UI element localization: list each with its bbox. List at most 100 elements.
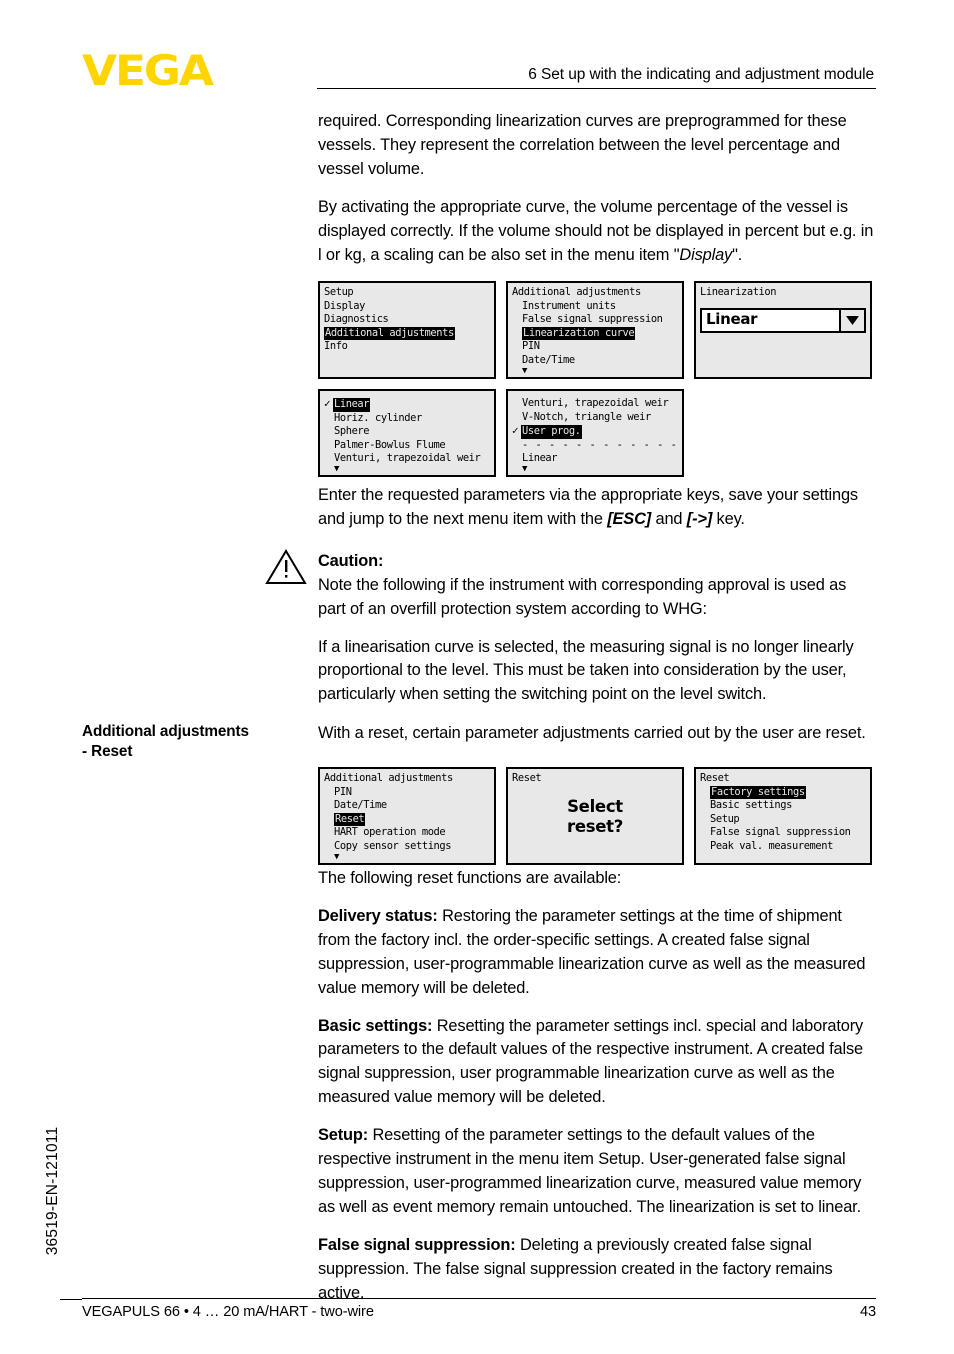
list-item[interactable]: Display xyxy=(324,300,490,314)
list-item-selected[interactable]: Factory settings xyxy=(700,785,866,800)
list-item-label: Setup xyxy=(324,286,354,298)
list-item-selected[interactable]: Linearization curve xyxy=(512,326,678,341)
list-item-label: HART operation mode xyxy=(334,826,446,839)
list-item-label: Basic settings xyxy=(710,799,792,812)
list-item[interactable]: False signal suppression xyxy=(700,826,866,840)
scroll-down-arrow-icon[interactable]: ▼ xyxy=(324,464,490,473)
linearization-curve-list-screen-2[interactable]: Venturi, trapezoidal weir V-Notch, trian… xyxy=(506,389,684,477)
caution-heading: Caution: xyxy=(318,551,384,570)
select-reset-line1: Select xyxy=(567,796,623,816)
list-item[interactable]: Date/Time xyxy=(324,799,490,813)
main-menu-screen[interactable]: Setup Display Diagnostics Additional adj… xyxy=(318,281,496,379)
list-item-label: Diagnostics xyxy=(324,313,389,326)
screen-title: Additional adjustments xyxy=(512,286,641,298)
reset-intro-block: With a reset, certain parameter adjustme… xyxy=(318,722,876,760)
page-number: 43 xyxy=(859,1304,876,1320)
caution-block: Caution: Note the following if the instru… xyxy=(318,550,876,622)
check-icon: ✓ xyxy=(512,424,519,438)
list-item[interactable]: Basic settings xyxy=(700,799,866,813)
list-item[interactable]: False signal suppression xyxy=(512,313,678,327)
margin-note-line2: - Reset xyxy=(82,743,133,760)
reset-options-screen[interactable]: Reset Factory settings Basic settings Se… xyxy=(694,767,872,865)
list-item[interactable]: Venturi, trapezoidal weir xyxy=(324,452,490,466)
additional-adjustments-screen[interactable]: Additional adjustments Instrument units … xyxy=(506,281,684,379)
list-item[interactable]: Peak val. measurement xyxy=(700,840,866,854)
screen-title: Linearization xyxy=(700,286,777,298)
list-item[interactable]: Horiz. cylinder xyxy=(324,412,490,426)
list-item-selected[interactable]: Additional adjustments xyxy=(324,326,490,341)
list-item[interactable]: Palmer-Bowlus Flume xyxy=(324,439,490,453)
screen-title: Reset xyxy=(512,772,542,784)
screen-title: Reset xyxy=(700,772,730,784)
list-item[interactable]: HART operation mode xyxy=(324,826,490,840)
paragraph-enter-parameters-part2: key. xyxy=(712,509,745,528)
chevron-down-icon[interactable] xyxy=(839,309,864,331)
list-item[interactable]: Sphere xyxy=(324,425,490,439)
select-reset-screen[interactable]: Reset Select reset? xyxy=(506,767,684,865)
intro-text-block: required. Corresponding linearization cu… xyxy=(318,110,876,281)
paragraph-false-signal-suppression: False signal suppression: Deleting a pre… xyxy=(318,1234,876,1306)
list-item[interactable]: PIN xyxy=(324,786,490,800)
setup-label: Setup: xyxy=(318,1126,369,1145)
linearization-select[interactable]: Linear xyxy=(700,307,866,333)
paragraph-delivery-status: Delivery status: Restoring the parameter… xyxy=(318,905,876,1001)
list-item[interactable]: Info xyxy=(324,340,490,354)
lcd-screens-row-3: Additional adjustments PIN Date/Time Res… xyxy=(318,767,878,865)
list-item[interactable]: V-Notch, triangle weir xyxy=(512,411,678,425)
list-item[interactable]: Copy sensor settings xyxy=(324,840,490,854)
list-item-label: Linear xyxy=(333,398,371,412)
list-item-label: Peak val. measurement xyxy=(710,839,833,852)
paragraph-activating-curve-part1: By activating the appropriate curve, the… xyxy=(318,197,874,264)
list-item-label: V-Notch, triangle weir xyxy=(522,410,651,423)
paragraph-activating-curve: By activating the appropriate curve, the… xyxy=(318,196,876,268)
delivery-status-label: Delivery status: xyxy=(318,906,438,925)
basic-settings-label: Basic settings: xyxy=(318,1016,433,1035)
setup-text: Resetting of the parameter settings to t… xyxy=(318,1126,862,1216)
list-item-label: Venturi, trapezoidal weir xyxy=(522,397,669,409)
list-item-label: Palmer-Bowlus Flume xyxy=(334,438,446,451)
screen-title: Additional adjustments xyxy=(324,772,453,784)
list-item-selected[interactable]: ✓ User prog. xyxy=(512,424,678,439)
paragraph-enter-parameters: Enter the requested parameters via the a… xyxy=(318,484,876,532)
list-item[interactable]: PIN xyxy=(512,340,678,354)
document-code-sidebar: 36519-EN-121011 xyxy=(44,1126,61,1256)
scroll-down-arrow-icon[interactable]: ▼ xyxy=(512,366,678,375)
key-esc-label: [ESC] xyxy=(607,509,652,528)
list-item[interactable]: Instrument units xyxy=(512,300,678,314)
scroll-down-arrow-icon[interactable]: ▼ xyxy=(324,852,490,861)
vega-logo: VEGA xyxy=(82,46,214,95)
list-item[interactable]: Setup xyxy=(324,286,490,300)
list-item[interactable]: Venturi, trapezoidal weir xyxy=(512,397,678,411)
list-item-label: Additional adjustments xyxy=(324,326,455,341)
list-item-label: PIN xyxy=(522,340,540,353)
paragraph-setup: Setup: Resetting of the parameter settin… xyxy=(318,1124,876,1220)
paragraph-enter-parameters-part1: Enter the requested parameters via the a… xyxy=(318,486,858,528)
list-item-label: PIN xyxy=(334,785,352,798)
list-item[interactable]: Setup xyxy=(700,813,866,827)
list-item[interactable]: Linear xyxy=(512,452,678,466)
list-item[interactable]: Date/Time xyxy=(512,354,678,368)
paragraph-reset-intro: With a reset, certain parameter adjustme… xyxy=(318,724,866,742)
list-item[interactable]: Diagnostics xyxy=(324,313,490,327)
list-item-label: Setup xyxy=(710,812,740,825)
side-tick-rule xyxy=(60,1299,82,1300)
list-item-label: Factory settings xyxy=(710,785,806,800)
list-item-selected[interactable]: ✓ Linear xyxy=(324,397,490,412)
paragraph-enter-parameters-mid: and xyxy=(651,509,687,528)
header-divider xyxy=(317,88,876,89)
check-icon: ✓ xyxy=(324,397,331,410)
list-item-label: Reset xyxy=(334,812,366,827)
linearization-dropdown-screen[interactable]: Linearization Linear xyxy=(694,281,872,379)
scroll-down-arrow-icon[interactable]: ▼ xyxy=(512,464,678,473)
middle-text-block: Enter the requested parameters via the a… xyxy=(318,484,876,721)
list-item-selected[interactable]: Reset xyxy=(324,812,490,827)
margin-note-line1: Additional adjustments xyxy=(82,723,249,740)
linearization-curve-list-screen[interactable]: ✓ Linear Horiz. cylinder Sphere Palmer-Bo… xyxy=(318,389,496,477)
list-item-label: False signal suppression xyxy=(522,313,663,326)
footer-product-name: VEGAPULS 66 • 4 … 20 mA/HART - two-wire xyxy=(82,1304,374,1320)
lcd-screens-row-2: ✓ Linear Horiz. cylinder Sphere Palmer-Bo… xyxy=(318,389,878,477)
additional-adjustments-reset-screen[interactable]: Additional adjustments PIN Date/Time Res… xyxy=(318,767,496,865)
linearization-select-value: Linear xyxy=(706,310,758,329)
list-item-label: Horiz. cylinder xyxy=(334,411,422,424)
margin-note-additional-adjustments-reset: Additional adjustments - Reset xyxy=(82,722,307,762)
